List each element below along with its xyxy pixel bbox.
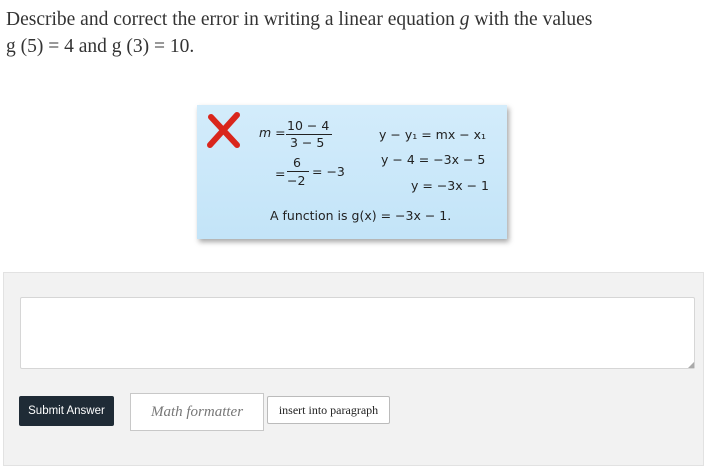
slope-eq2-numerator: 6 [293, 155, 301, 170]
math-formatter-button[interactable]: Math formatter [130, 393, 264, 431]
step-simplify: y = −3x − 1 [411, 178, 490, 193]
slope-denominator: 3 − 5 [290, 135, 325, 150]
question-prompt: Describe and correct the error in writin… [6, 6, 706, 60]
answer-textarea[interactable] [20, 297, 695, 369]
worked-solution-card: m = 10 − 4 3 − 5 = 6 −2 = −3 y − y₁ = mx… [197, 105, 507, 239]
slope-eq2-lhs: = [275, 166, 286, 181]
slope-eq2-denominator: −2 [287, 173, 306, 188]
function-variable: g [459, 9, 470, 30]
slope-numerator: 10 − 4 [287, 118, 330, 133]
question-text-suffix: with the values [469, 9, 593, 30]
submit-answer-button[interactable]: Submit Answer [19, 396, 114, 426]
red-x-icon [207, 112, 240, 148]
conclusion-text: A function is g(x) = −3x − 1. [270, 208, 452, 223]
answer-panel: ◢ Submit Answer Math formatter insert in… [3, 272, 704, 466]
question-text: Describe and correct the error in writin… [6, 9, 460, 30]
step-substitute: y − 4 = −3x − 5 [381, 152, 486, 167]
resize-grip-icon[interactable]: ◢ [688, 361, 694, 369]
slope-lhs: m = [259, 125, 286, 140]
step-point-slope: y − y₁ = mx − x₁ [379, 127, 487, 142]
insert-into-paragraph-button[interactable]: insert into paragraph [267, 396, 390, 424]
slope-eq2-fraction-bar [287, 171, 309, 172]
question-line-1: Describe and correct the error in writin… [6, 6, 706, 33]
question-line-2: g (5) = 4 and g (3) = 10. [6, 36, 195, 57]
slope-eq2-result: = −3 [312, 164, 345, 179]
